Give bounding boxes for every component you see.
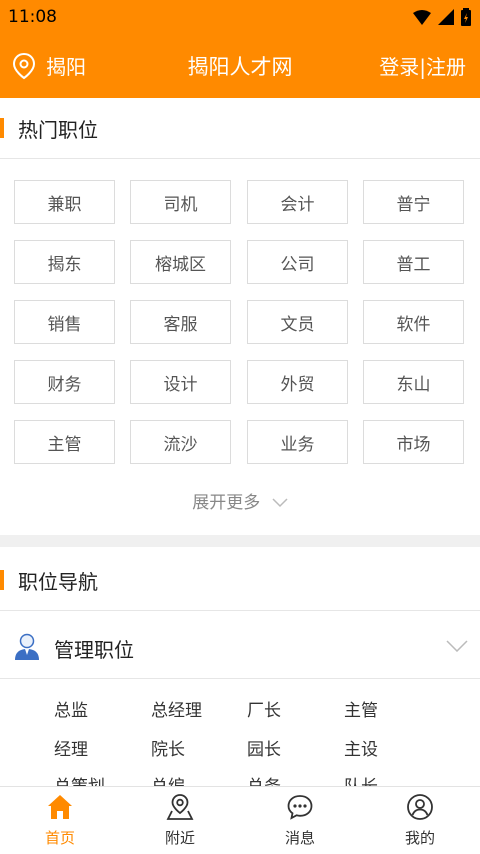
job-tag[interactable]: 销售: [14, 300, 115, 344]
job-tag[interactable]: 业务: [247, 420, 348, 464]
position-link[interactable]: 经理: [54, 735, 88, 760]
manager-avatar-icon: [15, 633, 39, 660]
job-tag[interactable]: 东山: [363, 360, 464, 404]
section-accent-bar: [0, 118, 4, 138]
category-management[interactable]: 管理职位: [0, 614, 480, 679]
bottom-nav: 首页 附近 消息 我的: [0, 786, 480, 854]
nav-profile[interactable]: 我的: [360, 793, 480, 848]
position-link[interactable]: 院长: [151, 735, 185, 760]
status-icons: [413, 8, 471, 26]
job-tag[interactable]: 文员: [247, 300, 348, 344]
job-tag[interactable]: 流沙: [130, 420, 231, 464]
hot-jobs-title: 热门职位: [18, 118, 98, 142]
position-link[interactable]: 主管: [344, 696, 378, 721]
nav-home-label: 首页: [44, 829, 75, 847]
nav-nearby[interactable]: 附近: [120, 793, 240, 848]
nav-messages[interactable]: 消息: [240, 793, 360, 848]
battery-icon: [461, 8, 471, 26]
status-time: 11:08: [8, 7, 57, 27]
job-nav-title: 职位导航: [18, 570, 98, 594]
job-tag[interactable]: 设计: [130, 360, 231, 404]
section-divider: [0, 535, 480, 547]
job-tag[interactable]: 软件: [363, 300, 464, 344]
status-bar: 11:08: [0, 0, 480, 33]
job-tag[interactable]: 普工: [363, 240, 464, 284]
job-tag[interactable]: 揭东: [14, 240, 115, 284]
nav-home[interactable]: 首页: [0, 793, 120, 848]
position-link[interactable]: 总监: [54, 696, 88, 721]
job-tag[interactable]: 客服: [130, 300, 231, 344]
profile-icon: [407, 794, 433, 820]
job-tag[interactable]: 公司: [247, 240, 348, 284]
nav-nearby-label: 附近: [164, 829, 195, 847]
job-tag[interactable]: 市场: [363, 420, 464, 464]
hot-jobs-header: 热门职位: [0, 98, 480, 159]
job-tag[interactable]: 会计: [247, 180, 348, 224]
nav-profile-label: 我的: [404, 829, 435, 847]
job-tag[interactable]: 财务: [14, 360, 115, 404]
chevron-down-icon: [446, 640, 468, 652]
position-link[interactable]: 主设: [344, 735, 378, 760]
job-tag[interactable]: 兼职: [14, 180, 115, 224]
position-link[interactable]: 园长: [247, 735, 281, 760]
job-tag[interactable]: 普宁: [363, 180, 464, 224]
nav-messages-label: 消息: [284, 829, 315, 847]
message-icon: [287, 795, 313, 820]
position-link[interactable]: 厂长: [247, 696, 281, 721]
expand-more-button[interactable]: 展开更多: [0, 488, 480, 513]
job-tag[interactable]: 主管: [14, 420, 115, 464]
job-tag[interactable]: 外贸: [247, 360, 348, 404]
signal-icon: [438, 9, 454, 25]
category-label: 管理职位: [54, 638, 134, 662]
section-accent-bar: [0, 570, 4, 590]
job-tag[interactable]: 榕城区: [130, 240, 231, 284]
app-bar: 揭阳 揭阳人才网 登录|注册: [0, 33, 480, 98]
job-tag[interactable]: 司机: [130, 180, 231, 224]
home-icon: [48, 795, 72, 819]
expand-more-label: 展开更多: [192, 493, 261, 513]
login-register-link[interactable]: 登录|注册: [379, 51, 466, 80]
nearby-map-icon: [166, 794, 194, 820]
wifi-icon: [413, 9, 431, 25]
position-link[interactable]: 总经理: [151, 696, 202, 721]
chevron-down-icon: [272, 498, 288, 508]
job-nav-header: 职位导航: [0, 550, 480, 611]
